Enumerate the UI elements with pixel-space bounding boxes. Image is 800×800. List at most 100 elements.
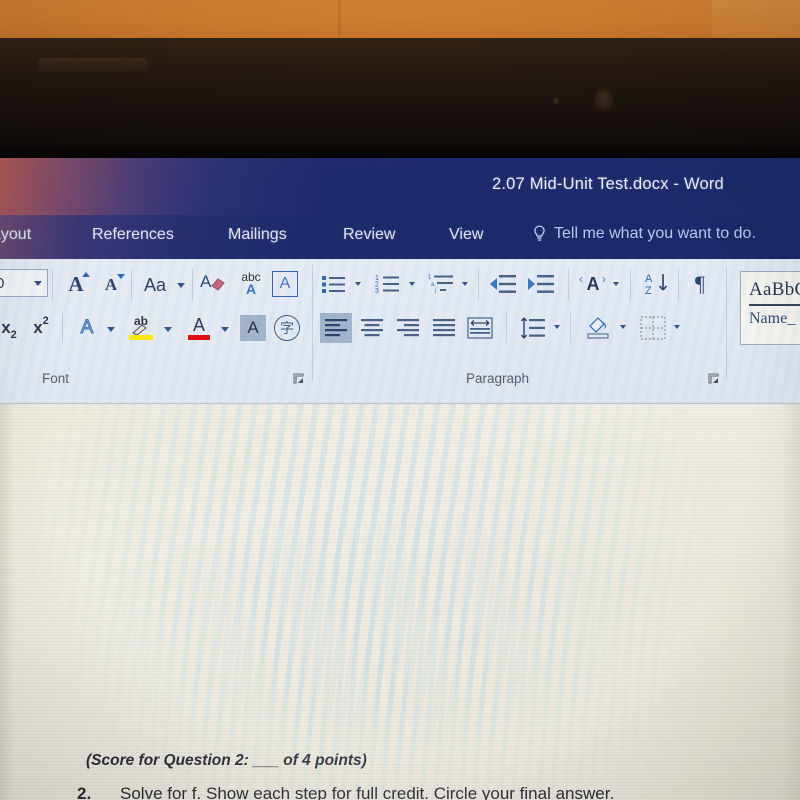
line-spacing-chevron-icon[interactable]	[554, 325, 560, 329]
question-text-before: Solve for f. Show	[120, 784, 254, 800]
character-border-icon[interactable]: 字	[274, 315, 300, 341]
bezel-lip	[38, 58, 148, 72]
align-right-icon[interactable]	[392, 313, 424, 343]
subscript-icon[interactable]: x2	[0, 315, 22, 341]
asian-layout-chevron-icon[interactable]	[613, 282, 619, 286]
clear-formatting-icon[interactable]: A	[200, 271, 228, 297]
bullets-icon[interactable]	[320, 271, 348, 297]
text-highlight-color-icon[interactable]: ab	[126, 311, 156, 343]
paragraph-dialog-launcher-icon[interactable]	[708, 372, 720, 384]
divider	[52, 269, 53, 301]
multilevel-chevron-icon[interactable]	[462, 282, 468, 286]
font-group: 0 A A Aa A abc A A x 2 x 2 A ab A A 字 Fo…	[0, 259, 310, 403]
style-gallery-item[interactable]: AaBbC Name_	[740, 271, 800, 345]
font-size-value: 0	[0, 274, 5, 292]
font-color-chevron-icon[interactable]	[221, 327, 229, 332]
lightbulb-icon	[533, 225, 546, 243]
group-divider	[312, 265, 313, 381]
shading-chevron-icon[interactable]	[620, 325, 626, 329]
window-title: 2.07 Mid-Unit Test.docx - Word	[492, 175, 724, 193]
title-bar: 2.07 Mid-Unit Test.docx - Word	[0, 158, 800, 215]
grow-font-icon[interactable]: A	[62, 271, 90, 297]
tab-review[interactable]: Review	[343, 226, 395, 244]
page-right-edge	[782, 404, 800, 800]
page-left-edge	[0, 404, 14, 800]
asian-layout-icon[interactable]: A ‹ ›	[578, 271, 608, 297]
divider	[570, 313, 571, 343]
character-shading-icon[interactable]: A	[240, 315, 266, 341]
distributed-icon[interactable]	[464, 313, 496, 343]
show-formatting-marks-icon[interactable]: ¶	[688, 270, 712, 298]
moire-pattern	[0, 404, 800, 800]
tab-layout[interactable]: ayout	[0, 226, 31, 244]
multilevel-list-icon[interactable]: 1 a i	[427, 271, 455, 297]
document-canvas[interactable]: (Score for Question 2: ___ of 4 points) …	[0, 404, 800, 800]
question-text-emphasis: each	[253, 784, 291, 800]
shading-icon[interactable]	[582, 311, 614, 343]
style-underline	[749, 304, 800, 306]
bezel-bottom-edge	[0, 146, 800, 158]
divider	[62, 313, 63, 343]
divider	[678, 269, 679, 301]
group-divider	[726, 267, 727, 379]
tab-view[interactable]: View	[449, 226, 483, 244]
align-center-icon[interactable]	[356, 313, 388, 343]
svg-text:A: A	[645, 273, 653, 285]
divider	[568, 269, 569, 301]
change-case-icon[interactable]: Aa	[138, 273, 172, 297]
tab-references[interactable]: References	[92, 226, 174, 244]
font-size-input[interactable]: 0	[0, 269, 48, 297]
question-number: 2.	[77, 784, 92, 800]
divider	[131, 269, 132, 301]
svg-text:3: 3	[375, 288, 379, 295]
scanline-overlay	[0, 404, 800, 800]
divider	[506, 313, 507, 343]
svg-text:a: a	[431, 282, 435, 288]
tell-me-search[interactable]: Tell me what you want to do.	[533, 225, 756, 243]
justify-icon[interactable]	[428, 313, 460, 343]
numbering-chevron-icon[interactable]	[409, 282, 415, 286]
numbering-icon[interactable]: 1 2 3	[374, 271, 402, 297]
superscript-icon[interactable]: x2	[28, 315, 54, 341]
svg-text:Z: Z	[645, 285, 652, 297]
decrease-indent-icon[interactable]	[488, 271, 518, 297]
bullets-chevron-icon[interactable]	[355, 282, 361, 286]
question-text-after: step for full credit. Circle your final …	[290, 784, 615, 800]
score-line: (Score for Question 2: ___ of 4 points)	[86, 752, 367, 769]
svg-text:i: i	[435, 289, 436, 295]
ribbon: 0 A A Aa A abc A A x 2 x 2 A ab A A 字 Fo…	[0, 259, 800, 404]
text-effects-typography-icon[interactable]: A	[74, 315, 100, 341]
borders-icon[interactable]	[638, 313, 668, 343]
chevron-down-icon[interactable]	[34, 280, 42, 286]
borders-chevron-icon[interactable]	[674, 325, 680, 329]
highlight-chevron-icon[interactable]	[164, 327, 172, 332]
tab-mailings[interactable]: Mailings	[228, 226, 287, 244]
increase-indent-icon[interactable]	[526, 271, 556, 297]
font-color-icon[interactable]: A	[186, 313, 212, 343]
spelling-check-icon[interactable]: abc A	[236, 269, 266, 299]
laptop-photo: 2.07 Mid-Unit Test.docx - Word ayout Ref…	[0, 0, 800, 800]
align-left-icon[interactable]	[320, 313, 352, 343]
ribbon-tab-strip: ayout References Mailings Review View Te…	[0, 215, 800, 259]
text-effects-icon[interactable]: A	[272, 271, 298, 297]
change-case-chevron-icon[interactable]	[177, 283, 185, 288]
webcam-led-icon	[553, 98, 559, 104]
webcam-icon	[592, 86, 616, 114]
paragraph-group-label: Paragraph	[466, 371, 530, 386]
style-preview-text: AaBbC	[749, 279, 800, 300]
font-group-label: Font	[42, 371, 70, 386]
shrink-font-icon[interactable]: A	[97, 273, 125, 297]
divider	[192, 269, 193, 301]
laptop-bezel	[0, 38, 800, 158]
question-text: Solve for f. Show each step for full cre…	[120, 784, 614, 800]
tell-me-label: Tell me what you want to do.	[554, 225, 756, 242]
font-dialog-launcher-icon[interactable]	[293, 372, 305, 384]
paragraph-group: 1 2 3 1 a i A ‹ › A Z ¶ Paragraph	[320, 259, 720, 403]
text-effects-chevron-icon[interactable]	[107, 327, 115, 332]
style-name-label: Name_	[749, 309, 796, 327]
sort-icon[interactable]: A Z	[642, 269, 672, 299]
divider	[630, 269, 631, 301]
word-window: 2.07 Mid-Unit Test.docx - Word ayout Ref…	[0, 158, 800, 800]
divider	[478, 269, 479, 301]
line-spacing-icon[interactable]	[518, 313, 548, 343]
